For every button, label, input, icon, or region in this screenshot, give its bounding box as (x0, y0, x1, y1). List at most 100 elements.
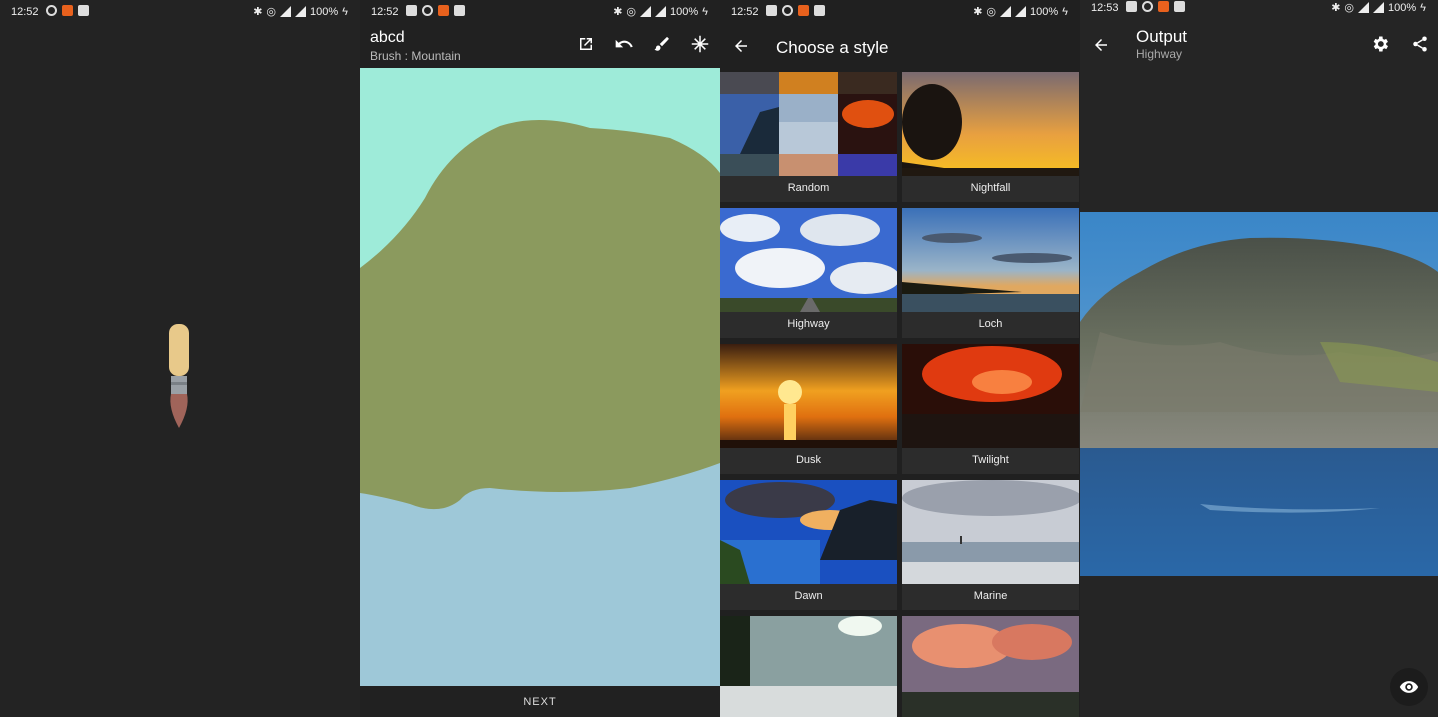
charging-icon: ϟ (1420, 1, 1426, 14)
next-button[interactable]: NEXT (360, 686, 720, 717)
style-thumbnail (902, 616, 1079, 717)
notification-icon (46, 5, 57, 16)
style-label: Highway (787, 318, 830, 330)
brush-subtitle: Brush : Mountain (370, 49, 461, 63)
style-tile-random[interactable]: Random (720, 72, 897, 202)
style-tile-dusk[interactable]: Dusk (720, 344, 897, 474)
share-icon (1413, 36, 1427, 52)
undo-icon (615, 39, 633, 48)
style-label: Dawn (794, 590, 823, 602)
freeze-button[interactable] (690, 34, 710, 54)
battery-level: 100% (670, 5, 699, 18)
style-label: Nightfall (970, 182, 1011, 194)
style-thumbnail (902, 208, 1079, 312)
style-tile-nightfall[interactable]: Nightfall (902, 72, 1079, 202)
drawing-canvas[interactable] (360, 68, 720, 686)
style-label: Marine (973, 590, 1008, 602)
open-in-new-icon (580, 38, 592, 50)
style-tile-highway[interactable]: Highway (720, 208, 897, 338)
signal-icon (1358, 2, 1370, 13)
notification-icon (78, 5, 89, 16)
battery-level: 100% (1030, 5, 1059, 18)
style-thumbnail (720, 480, 897, 584)
style-thumbnail (720, 208, 897, 312)
notification-icon (422, 5, 433, 16)
signal-icon (280, 6, 292, 17)
style-picker-screen: 12:52 ✱ ◎ 100% ϟ Choose a style Random N… (720, 0, 1080, 717)
style-thumbnail (902, 344, 1079, 448)
settings-button[interactable] (1370, 34, 1390, 54)
open-in-new-button[interactable] (576, 34, 596, 54)
signal-icon (640, 6, 652, 17)
app-notification-icon (438, 5, 449, 16)
app-notification-icon (798, 5, 809, 16)
style-app-bar: Choose a style (720, 24, 1080, 70)
style-thumbnail (902, 72, 1079, 176)
image-notification-icon (1126, 1, 1137, 12)
style-tile-twilight[interactable]: Twilight (902, 344, 1079, 474)
signal-icon (1015, 6, 1027, 17)
editor-app-bar: abcd Brush : Mountain (360, 24, 720, 68)
style-label: Twilight (972, 454, 1009, 466)
undo-button[interactable] (614, 34, 634, 54)
page-title: Choose a style (776, 38, 889, 57)
editor-screen: 12:52 ✱ ◎ 100% ϟ abcd Brush : Mountain N… (360, 0, 720, 717)
style-subtitle: Highway (1136, 47, 1183, 61)
signal-icon (655, 6, 667, 17)
back-button[interactable] (732, 37, 750, 60)
style-thumbnail (720, 344, 897, 448)
back-button[interactable] (1092, 36, 1110, 59)
brush-button[interactable] (652, 34, 672, 54)
style-thumbnail (720, 72, 897, 176)
settings-icon (1373, 36, 1388, 52)
paintbrush-icon (169, 324, 189, 428)
charging-icon: ϟ (1062, 5, 1068, 18)
brush-icon (654, 37, 669, 51)
style-label: Dusk (795, 454, 822, 466)
eye-icon (1399, 681, 1419, 693)
arrow-back-icon (1095, 39, 1107, 51)
bluetooth-icon: ✱ (1331, 2, 1341, 14)
output-screen: 12:53 ✱ ◎ 100% ϟ Output Highway (1080, 0, 1438, 717)
style-tile-marine[interactable]: Marine (902, 480, 1079, 610)
battery-level: 100% (310, 5, 339, 18)
image-notification-icon (406, 5, 417, 16)
charging-icon: ϟ (342, 5, 348, 18)
bluetooth-icon: ✱ (613, 6, 623, 18)
preview-toggle-button[interactable] (1390, 668, 1428, 706)
style-tile-dawn[interactable]: Dawn (720, 480, 897, 610)
status-time: 12:52 (371, 6, 399, 18)
status-time: 12:52 (11, 6, 39, 18)
notification-icon (1142, 1, 1153, 12)
arrow-back-icon (735, 40, 747, 52)
hotspot-icon: ◎ (986, 6, 997, 18)
style-tile[interactable] (720, 616, 897, 717)
share-button[interactable] (1410, 34, 1430, 54)
status-bar: 12:52 ✱ ◎ 100% ϟ (360, 0, 720, 24)
notification-icon (814, 5, 825, 16)
page-title: Output (1136, 27, 1188, 46)
charging-icon: ϟ (702, 5, 708, 18)
style-label: Random (787, 182, 830, 194)
style-thumbnail (902, 480, 1079, 584)
bluetooth-icon: ✱ (253, 6, 263, 18)
notification-icon (782, 5, 793, 16)
splash-screen: 12:52 ✱ ◎ 100% ϟ (0, 0, 360, 717)
hotspot-icon: ◎ (266, 6, 277, 18)
style-tile[interactable] (902, 616, 1079, 717)
style-tile-loch[interactable]: Loch (902, 208, 1079, 338)
bluetooth-icon: ✱ (973, 6, 983, 18)
style-label: Loch (978, 318, 1003, 330)
image-notification-icon (766, 5, 777, 16)
status-bar: 12:53 ✱ ◎ 100% ϟ (1080, 0, 1438, 24)
app-notification-icon (62, 5, 73, 16)
hotspot-icon: ◎ (1344, 2, 1355, 14)
notification-icon (454, 5, 465, 16)
status-bar: 12:52 ✱ ◎ 100% ϟ (720, 0, 1080, 24)
notification-icon (1174, 1, 1185, 12)
signal-icon (1373, 2, 1385, 13)
style-thumbnail (720, 616, 897, 717)
status-bar: 12:52 ✱ ◎ 100% ϟ (0, 0, 360, 24)
output-app-bar: Output Highway (1080, 24, 1438, 68)
app-notification-icon (1158, 1, 1169, 12)
